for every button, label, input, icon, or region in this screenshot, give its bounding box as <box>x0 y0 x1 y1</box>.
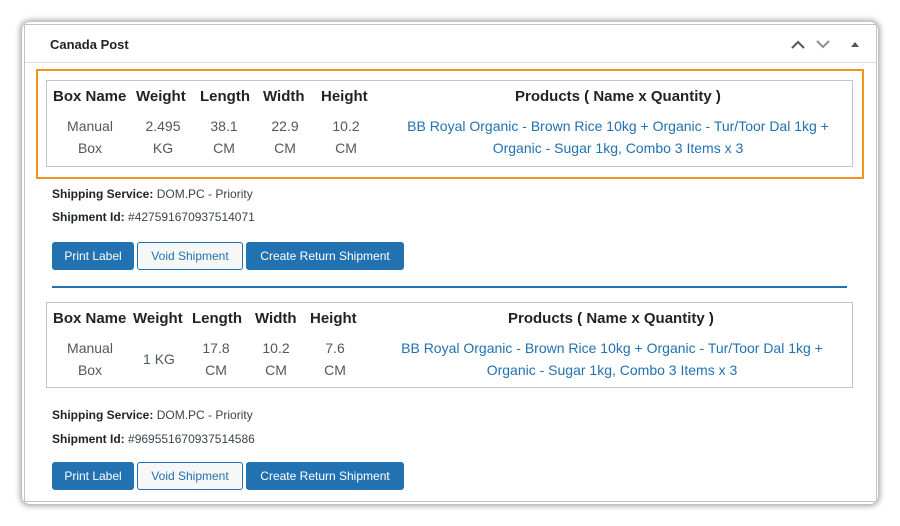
move-down-button[interactable] <box>814 35 832 53</box>
header-height: Height <box>310 310 357 327</box>
panel-title: Canada Post <box>50 37 129 52</box>
shipment-separator <box>52 286 847 288</box>
cell-box-name: Manual Box <box>67 340 113 378</box>
chevron-down-icon <box>816 39 830 48</box>
cell-width: 22.9 CM <box>271 118 299 156</box>
header-length: Length <box>192 310 242 327</box>
cell-height: 7.6 CM <box>324 340 346 378</box>
header-products: Products ( Name x Quantity ) <box>515 88 721 105</box>
print-label-button-1[interactable]: Print Label <box>52 242 134 270</box>
toggle-panel-button[interactable] <box>846 35 864 53</box>
cell-products[interactable]: BB Royal Organic - Brown Rice 10kg + Org… <box>383 115 853 159</box>
triangle-up-icon <box>851 41 859 47</box>
header-width: Width <box>263 88 305 105</box>
header-length: Length <box>200 88 250 105</box>
shipment-1-table: Box Name Weight Length Width Height Prod… <box>46 80 853 167</box>
cell-length: 38.1 CM <box>210 118 238 156</box>
print-label-button-2[interactable]: Print Label <box>52 462 134 490</box>
cell-weight: 2.495 KG <box>145 118 181 156</box>
shipment-2-table: Box Name Weight Length Width Height Prod… <box>46 302 853 388</box>
cell-height: 10.2 CM <box>332 118 360 156</box>
shipment-id-2: Shipment Id: #969551670937514586 <box>52 432 255 446</box>
header-box-name: Box Name <box>53 310 127 327</box>
chevron-up-icon <box>791 40 805 49</box>
header-weight: Weight <box>136 88 186 105</box>
panel-header: Canada Post <box>25 25 876 63</box>
header-height: Height <box>321 88 368 105</box>
void-shipment-button-2[interactable]: Void Shipment <box>137 462 243 490</box>
create-return-shipment-button-2[interactable]: Create Return Shipment <box>246 462 404 490</box>
shipping-service-2: Shipping Service: DOM.PC - Priority <box>52 408 253 422</box>
cell-length: 17.8 CM <box>202 340 230 378</box>
cell-box-name: Manual Box <box>67 118 113 156</box>
move-up-button[interactable] <box>789 35 807 53</box>
cell-products[interactable]: BB Royal Organic - Brown Rice 10kg + Org… <box>377 337 847 381</box>
cell-width: 10.2 CM <box>262 340 290 378</box>
void-shipment-button-1[interactable]: Void Shipment <box>137 242 243 270</box>
header-weight: Weight <box>133 310 183 327</box>
shipment-id-1: Shipment Id: #427591670937514071 <box>52 210 255 224</box>
header-products: Products ( Name x Quantity ) <box>508 310 714 327</box>
header-width: Width <box>255 310 297 327</box>
create-return-shipment-button-1[interactable]: Create Return Shipment <box>246 242 404 270</box>
cell-weight: 1 KG <box>143 351 175 367</box>
header-box-name: Box Name <box>53 88 127 105</box>
shipping-service-1: Shipping Service: DOM.PC - Priority <box>52 187 253 201</box>
